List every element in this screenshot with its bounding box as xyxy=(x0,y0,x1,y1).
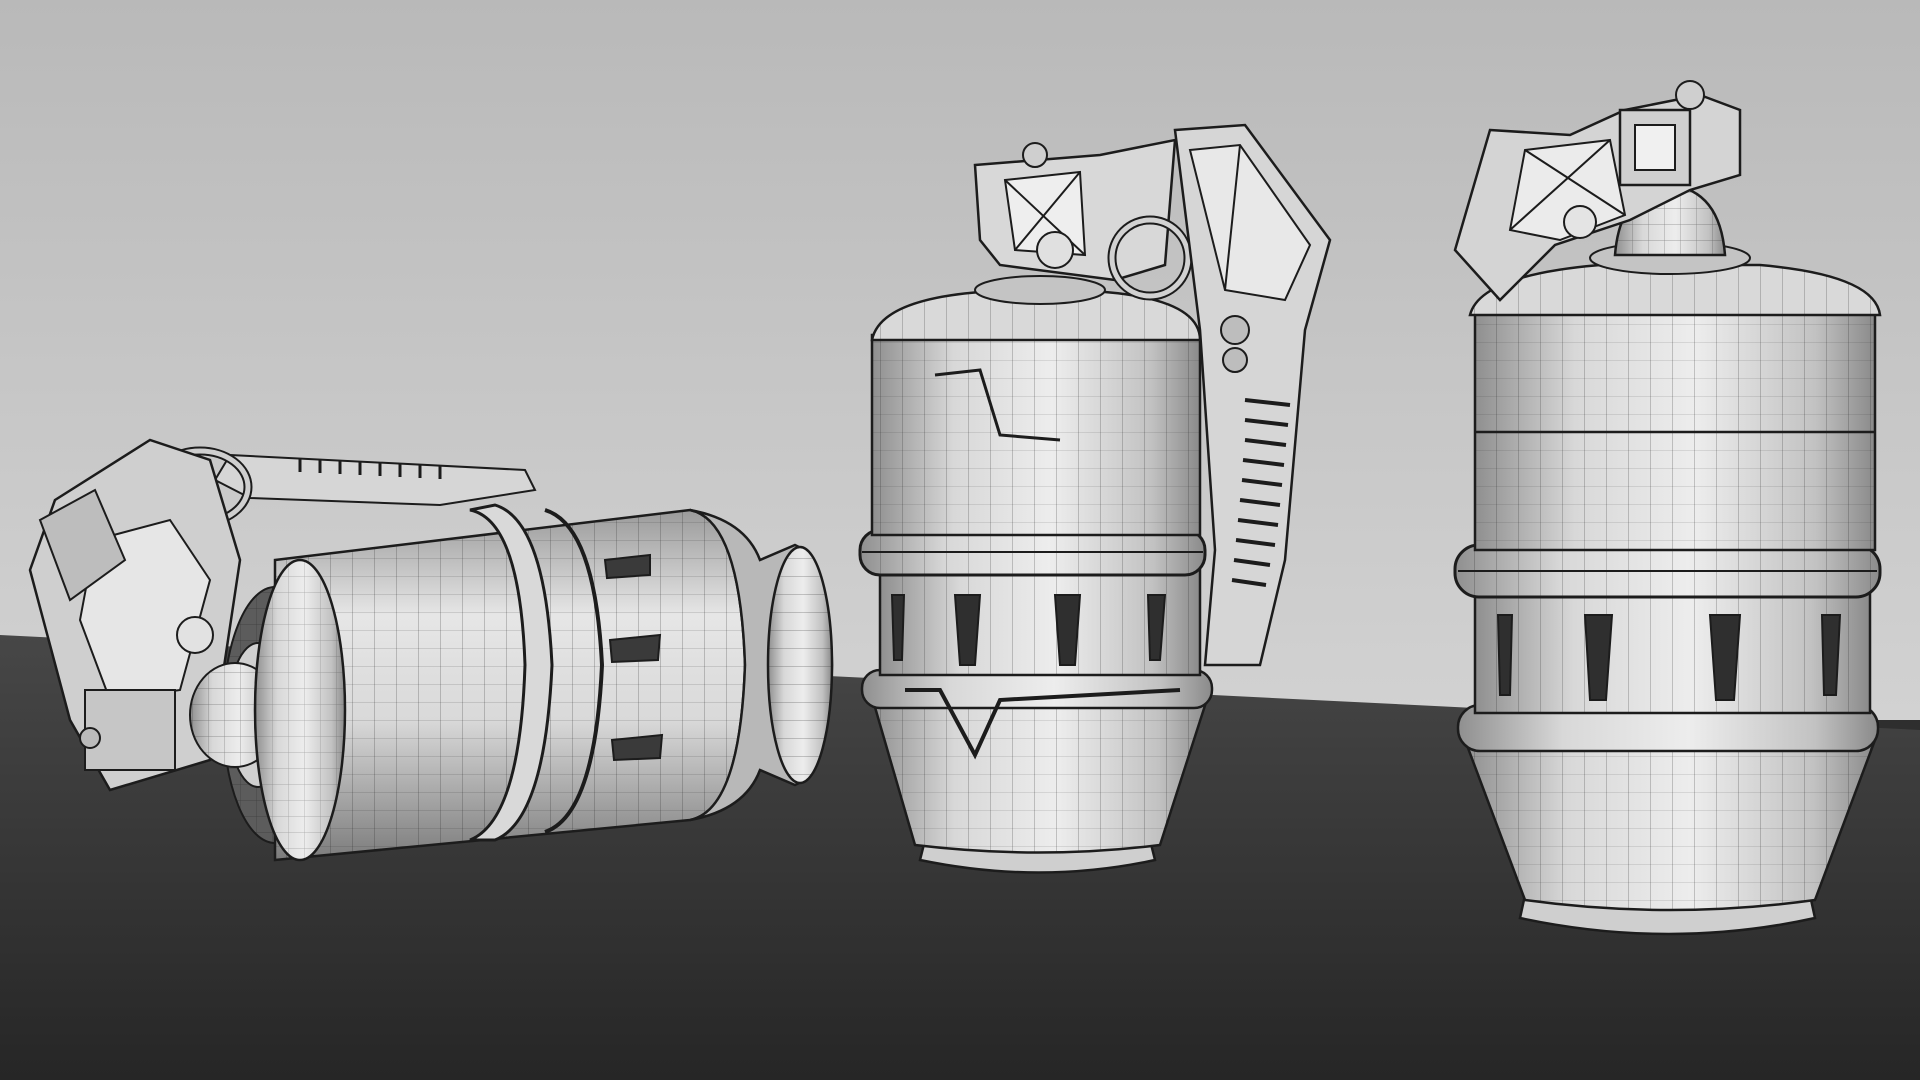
viewport-render xyxy=(0,0,1920,1080)
